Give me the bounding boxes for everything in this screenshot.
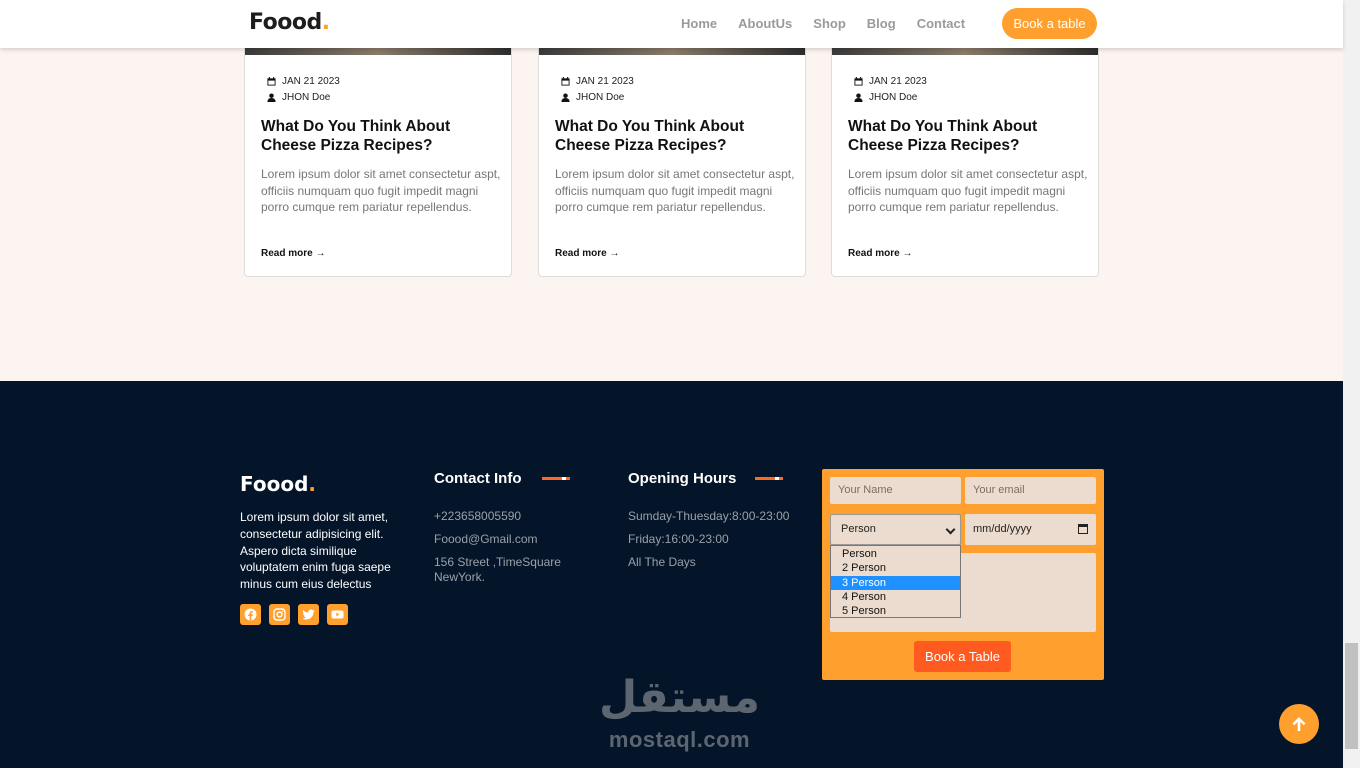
card-author-text: JHON Doe (869, 92, 918, 103)
opening-hours-title: Opening Hours (628, 470, 737, 487)
scrollbar-thumb[interactable] (1345, 643, 1358, 749)
brand-logo[interactable]: Foood. (249, 10, 330, 35)
card-date-text: JAN 21 2023 (869, 76, 927, 87)
nav-link-shop[interactable]: Shop (813, 16, 846, 31)
card-date: JAN 21 2023 (267, 76, 340, 87)
read-more-label: Read more (261, 248, 313, 259)
name-input[interactable]: Your Name (830, 477, 961, 504)
nav-link-contact[interactable]: Contact (917, 16, 965, 31)
card-author-text: JHON Doe (576, 92, 625, 103)
user-icon (267, 93, 276, 102)
user-icon (854, 93, 863, 102)
facebook-icon[interactable] (240, 604, 261, 625)
arrow-right-icon: → (902, 248, 913, 259)
person-option-highlighted[interactable]: 3 Person (831, 575, 960, 590)
back-to-top-button[interactable] (1279, 704, 1319, 744)
card-title[interactable]: What Do You Think About Cheese Pizza Rec… (848, 117, 1088, 155)
book-a-table-submit[interactable]: Book a Table (914, 641, 1011, 672)
blog-card: JAN 21 2023 JHON Doe What Do You Think A… (831, 40, 1099, 277)
card-author: JHON Doe (854, 92, 917, 103)
nav-link-home[interactable]: Home (681, 16, 717, 31)
calendar-icon (561, 77, 570, 86)
calendar-icon (1078, 524, 1088, 534)
contact-address: 156 Street ,TimeSquare NewYork. (434, 555, 561, 584)
nav-links: Home AboutUs Shop Blog Contact (681, 16, 986, 31)
logo-text: Foood (249, 10, 322, 35)
hours-weekday: Sumday-Thuesday:8:00-23:00 (628, 509, 790, 523)
card-author: JHON Doe (267, 92, 330, 103)
calendar-icon (854, 77, 863, 86)
contact-info-title: Contact Info (434, 470, 522, 487)
social-links (240, 604, 348, 625)
hours-all-days: All The Days (628, 555, 696, 569)
person-select[interactable]: Person (830, 514, 961, 545)
card-author: JHON Doe (561, 92, 624, 103)
person-option[interactable]: 4 Person (831, 590, 960, 604)
person-select-value: Person (841, 523, 876, 535)
watermark-latin: mostaql.com (608, 727, 751, 752)
footer-about-text: Lorem ipsum dolor sit amet, consectetur … (240, 510, 391, 592)
footer-logo-dot: . (308, 472, 316, 496)
navbar: Foood. Home AboutUs Shop Blog Contact Bo… (0, 0, 1343, 48)
card-title[interactable]: What Do You Think About Cheese Pizza Rec… (261, 117, 501, 155)
person-option[interactable]: 2 Person (831, 561, 960, 575)
person-dropdown-list: Person 2 Person 3 Person 4 Person 5 Pers… (830, 545, 961, 618)
watermark-arabic: مستقل (599, 672, 760, 723)
card-author-text: JHON Doe (282, 92, 331, 103)
contact-phone[interactable]: +223658005590 (434, 509, 521, 524)
card-date-text: JAN 21 2023 (576, 76, 634, 87)
twitter-icon[interactable] (298, 604, 319, 625)
read-more-link[interactable]: Read more → (555, 248, 619, 259)
date-input-placeholder: mm/dd/yyyy (973, 523, 1032, 535)
read-more-label: Read more (848, 248, 900, 259)
footer-logo-text: Foood (240, 472, 309, 496)
person-option[interactable]: Person (831, 547, 960, 561)
contact-email[interactable]: Foood@Gmail.com (434, 532, 538, 547)
card-date: JAN 21 2023 (854, 76, 927, 87)
blog-card: JAN 21 2023 JHON Doe What Do You Think A… (244, 40, 512, 277)
logo-dot: . (321, 10, 330, 35)
card-title[interactable]: What Do You Think About Cheese Pizza Rec… (555, 117, 795, 155)
book-table-button[interactable]: Book a table (1002, 8, 1097, 39)
arrow-right-icon: → (315, 248, 326, 259)
footer-logo[interactable]: Foood. (240, 472, 316, 496)
card-date: JAN 21 2023 (561, 76, 634, 87)
date-input[interactable]: mm/dd/yyyy (965, 514, 1096, 545)
card-excerpt: Lorem ipsum dolor sit amet consectetur a… (848, 167, 1088, 214)
chevron-down-icon (945, 524, 956, 535)
instagram-icon[interactable] (269, 604, 290, 625)
hours-title-underline (755, 477, 783, 480)
read-more-link[interactable]: Read more → (261, 248, 325, 259)
hours-friday: Friday:16:00-23:00 (628, 532, 729, 546)
arrow-right-icon: → (609, 248, 620, 259)
user-icon (561, 93, 570, 102)
read-more-link[interactable]: Read more → (848, 248, 912, 259)
blog-card: JAN 21 2023 JHON Doe What Do You Think A… (538, 40, 806, 277)
arrow-up-icon (1292, 717, 1306, 731)
nav-link-blog[interactable]: Blog (867, 16, 896, 31)
youtube-icon[interactable] (327, 604, 348, 625)
read-more-label: Read more (555, 248, 607, 259)
contact-title-underline (542, 477, 570, 480)
calendar-icon (267, 77, 276, 86)
email-input[interactable]: Your email (965, 477, 1096, 504)
card-excerpt: Lorem ipsum dolor sit amet consectetur a… (555, 167, 795, 214)
person-option[interactable]: 5 Person (831, 604, 960, 618)
card-excerpt: Lorem ipsum dolor sit amet consectetur a… (261, 167, 501, 214)
card-date-text: JAN 21 2023 (282, 76, 340, 87)
nav-link-aboutus[interactable]: AboutUs (738, 16, 792, 31)
